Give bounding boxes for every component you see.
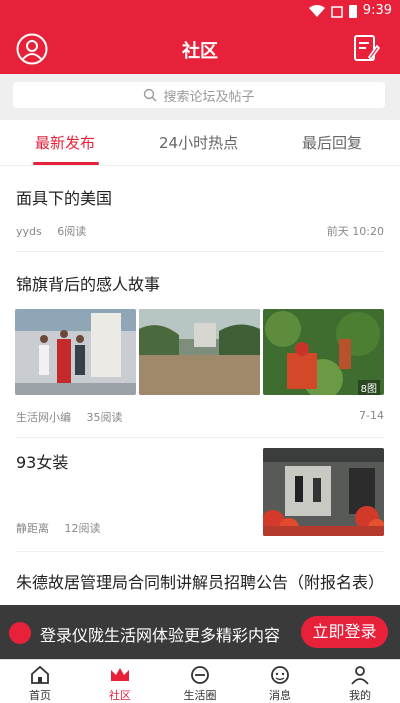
post-title: 93女装 xyxy=(16,453,69,472)
post-author: 静距离 xyxy=(16,522,49,535)
post-time: 7-14 xyxy=(359,409,384,422)
post-meta: 静距离 12阅读 xyxy=(16,520,101,536)
nav-label: 消息 xyxy=(269,689,291,702)
app-logo-icon xyxy=(9,622,31,644)
signal-icon xyxy=(331,5,343,18)
nav-life-circle[interactable]: 生活圈 xyxy=(170,665,230,703)
nav-label: 我的 xyxy=(349,689,371,702)
post-item[interactable]: 面具下的美国 yyds 6阅读 前天 10:20 xyxy=(0,166,400,252)
tab-24h-hot[interactable]: 24小时热点 xyxy=(159,132,238,153)
post-title: 朱德故居管理局合同制讲解员招聘公告（附报名表） xyxy=(16,573,385,592)
nav-label: 首页 xyxy=(29,689,51,702)
search-area: 搜索论坛及帖子 xyxy=(0,74,400,120)
search-placeholder: 搜索论坛及帖子 xyxy=(163,89,255,105)
post-reads: 6阅读 xyxy=(57,225,87,238)
tab-latest[interactable]: 最新发布 xyxy=(35,132,95,153)
status-bar: 9:39 xyxy=(0,0,400,24)
nav-label: 社区 xyxy=(109,689,131,702)
post-reads: 12阅读 xyxy=(64,522,101,535)
nav-profile[interactable]: 我的 xyxy=(330,665,390,703)
bottom-nav: 首页 社区 生活圈 消息 我的 xyxy=(0,659,400,703)
wifi-icon xyxy=(308,4,325,17)
nav-messages[interactable]: 消息 xyxy=(250,665,310,703)
post-meta: yyds 6阅读 xyxy=(16,223,86,239)
app-bar: 社区 xyxy=(0,24,400,74)
active-tab-indicator xyxy=(33,162,99,165)
post-author: 生活网小编 xyxy=(16,411,71,424)
post-item[interactable]: 朱德故居管理局合同制讲解员招聘公告（附报名表） xyxy=(0,552,400,606)
post-reads: 35阅读 xyxy=(86,411,123,424)
post-time: 前天 10:20 xyxy=(326,225,384,238)
post-item[interactable]: 锦旗背后的感人故事 8图 生活网小编 35阅读 7-14 xyxy=(0,252,400,438)
image-count-badge: 8图 xyxy=(357,380,380,395)
post-image[interactable] xyxy=(263,448,384,536)
post-title: 锦旗背后的感人故事 xyxy=(16,275,161,294)
message-face-icon xyxy=(271,666,289,684)
post-image[interactable] xyxy=(15,309,136,395)
nav-community[interactable]: 社区 xyxy=(90,665,150,703)
tab-last-reply[interactable]: 最后回复 xyxy=(302,132,362,153)
crown-icon xyxy=(111,668,129,681)
login-button[interactable]: 立即登录 xyxy=(301,616,388,648)
person-icon xyxy=(351,666,369,685)
post-image[interactable] xyxy=(139,309,260,395)
post-author: yyds xyxy=(16,225,42,238)
login-prompt-text: 登录仪陇生活网体验更多精彩内容 xyxy=(40,626,281,645)
tab-bar: 最新发布 24小时热点 最后回复 xyxy=(0,120,400,166)
battery-icon xyxy=(348,4,357,18)
circle-minus-icon xyxy=(191,666,209,684)
post-meta: 生活网小编 35阅读 xyxy=(16,409,123,425)
login-banner: 登录仪陇生活网体验更多精彩内容 立即登录 xyxy=(0,605,400,659)
new-post-icon[interactable] xyxy=(352,33,380,63)
nav-home[interactable]: 首页 xyxy=(10,665,70,703)
post-item[interactable]: 93女装 静距离 12阅读 xyxy=(0,438,400,552)
search-input[interactable]: 搜索论坛及帖子 xyxy=(13,82,385,108)
nav-label: 生活圈 xyxy=(183,689,217,702)
search-icon xyxy=(144,88,157,102)
page-title: 社区 xyxy=(182,41,218,62)
post-title: 面具下的美国 xyxy=(16,189,113,208)
home-icon xyxy=(31,665,49,684)
status-time: 9:39 xyxy=(362,3,392,18)
